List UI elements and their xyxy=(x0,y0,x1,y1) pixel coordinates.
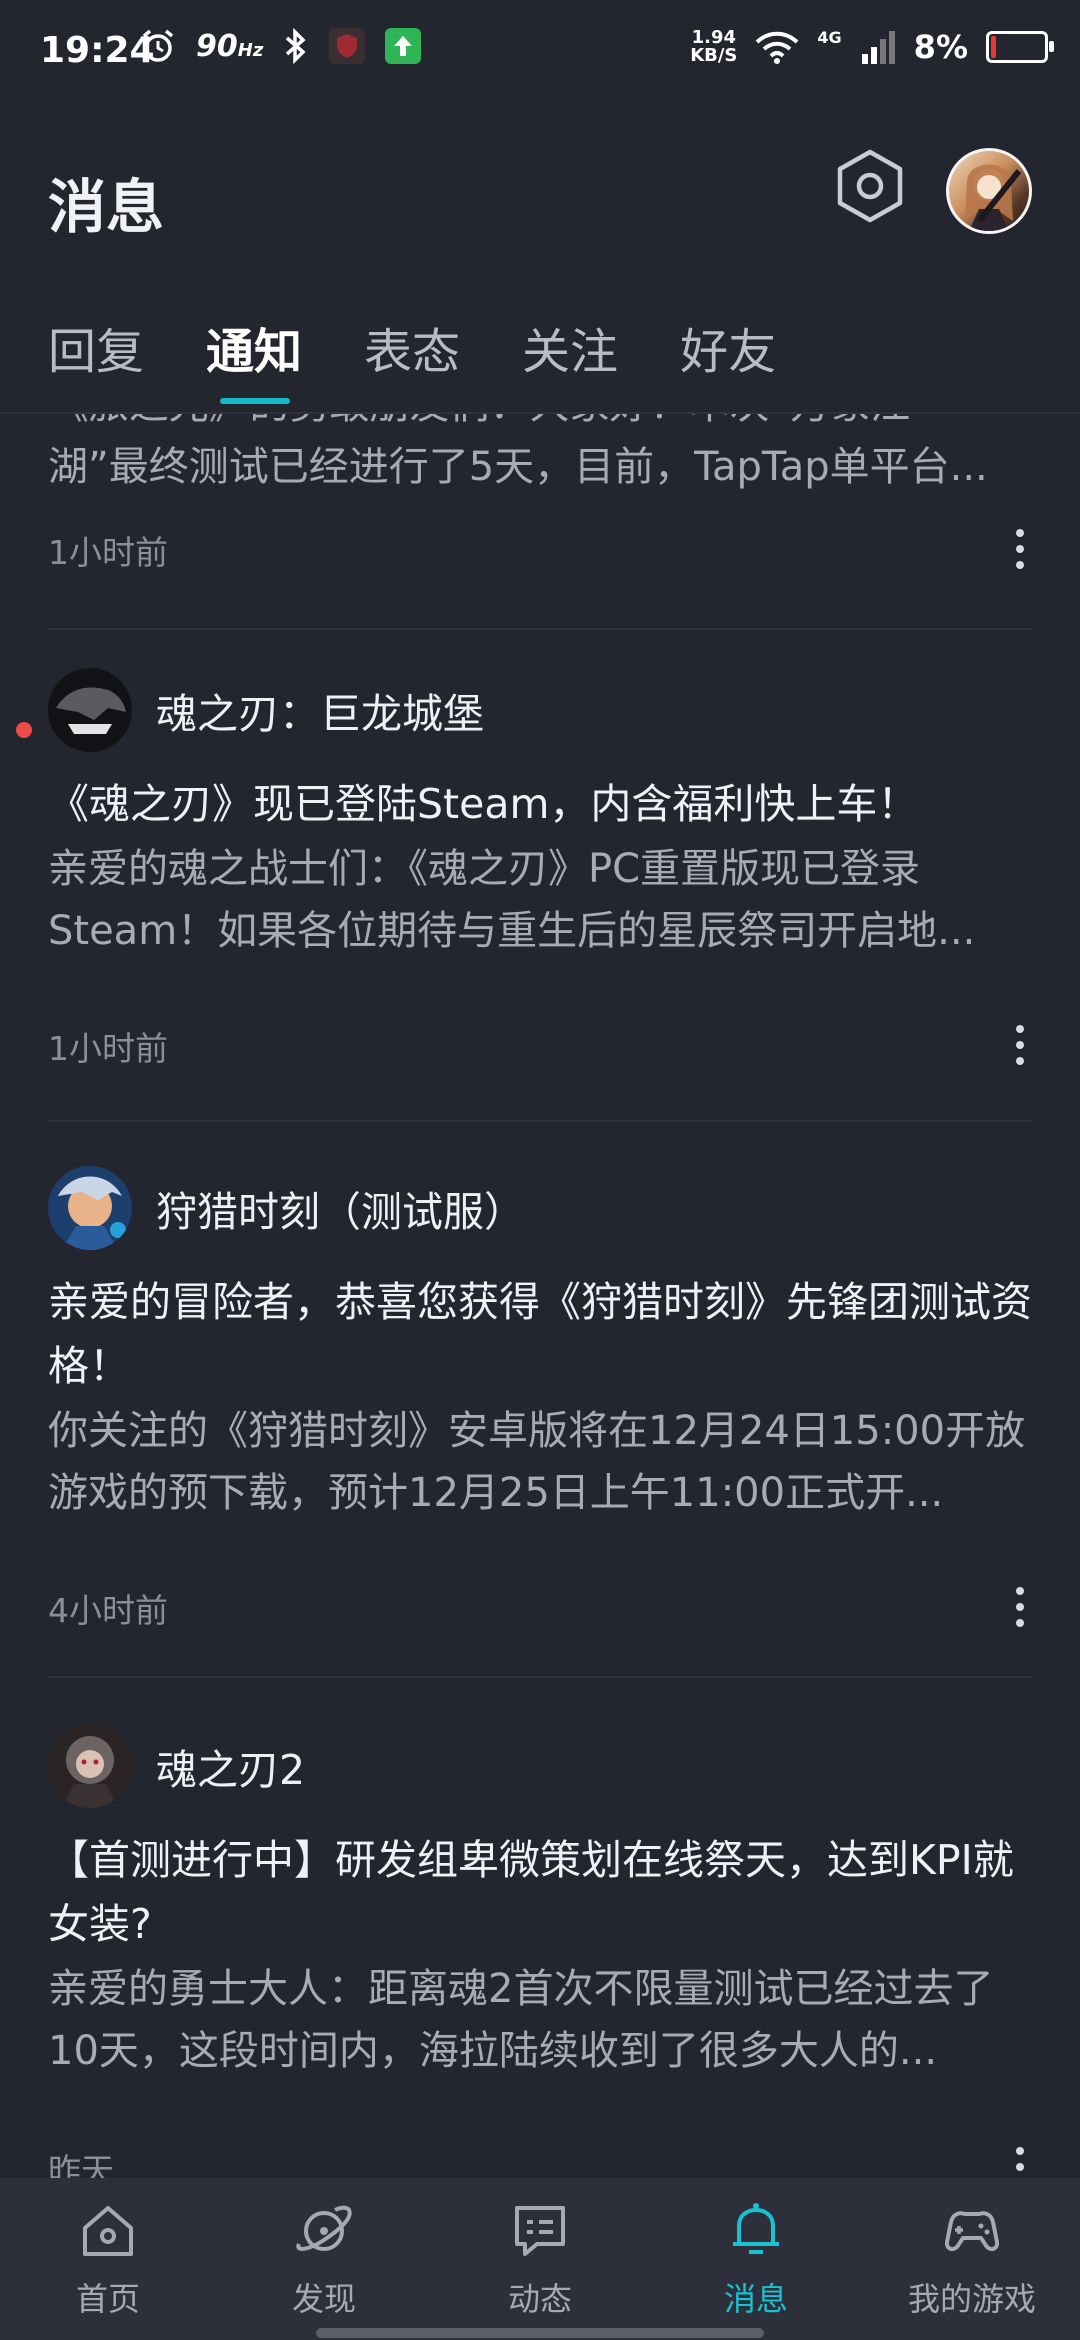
notification-body-partial: “《旅之光》”的勇敢朋友们：大家好！本次“万象江 湖”最终测试已经进行了5天，目… xyxy=(48,414,988,490)
notification-body: 亲爱的勇士大人：距离魂2首次不限量测试已经过去了10天，这段时间内，海拉陆续收到… xyxy=(48,1966,994,2074)
game-avatar[interactable] xyxy=(48,668,132,752)
network-speed: 1.94 KB/S xyxy=(690,27,738,66)
status-time: 19:24 xyxy=(40,30,155,71)
nav-discover[interactable]: 发现 xyxy=(234,2198,414,2320)
notification-body: 你关注的《狩猎时刻》安卓版将在12月24日15:00开放游戏的预下载，预计12月… xyxy=(48,1408,1026,1516)
divider xyxy=(48,1676,1032,1678)
unread-dot xyxy=(16,722,32,738)
divider xyxy=(48,628,1032,630)
list-item[interactable]: 狩猎时刻（测试服） 亲爱的冒险者，恭喜您获得《狩猎时刻》先锋团测试资格！ 你关注… xyxy=(0,1166,1080,1630)
nav-my-games[interactable]: 我的游戏 xyxy=(882,2198,1062,2320)
nav-messages[interactable]: 消息 xyxy=(666,2198,846,2320)
network-type: 4G xyxy=(817,28,842,47)
notification-time: 4小时前 xyxy=(48,1591,168,1630)
notification-header: 魂之刃2 xyxy=(48,1724,305,1808)
divider xyxy=(48,1120,1032,1122)
list-item[interactable]: “《旅之光》”的勇敢朋友们：大家好！本次“万象江 湖”最终测试已经进行了5天，目… xyxy=(0,414,1080,628)
upload-app-icon xyxy=(385,28,422,64)
notification-title: 亲爱的冒险者，恭喜您获得《狩猎时刻》先锋团测试资格！ xyxy=(48,1278,1032,1390)
user-avatar[interactable] xyxy=(946,148,1032,234)
status-bar: 19:24 90Hz 1.94 KB/S 4G 8% xyxy=(0,0,1080,112)
bottom-navigation: 首页 发现 动态 消息 我的游戏 xyxy=(0,2178,1080,2340)
notification-time: 1小时前 xyxy=(48,533,168,572)
game-name[interactable]: 魂之刃2 xyxy=(156,1736,305,1796)
more-options-button[interactable] xyxy=(1000,1020,1040,1070)
battery-icon xyxy=(986,31,1054,63)
tab-friends[interactable]: 好友 xyxy=(680,312,776,382)
notification-title: 《魂之刃》现已登陆Steam，内含福利快上车！ xyxy=(48,780,919,828)
game-name[interactable]: 狩猎时刻（测试服） xyxy=(156,1178,525,1238)
status-left-icons: 90Hz xyxy=(140,28,422,64)
alarm-icon xyxy=(142,29,174,62)
home-indicator[interactable] xyxy=(316,2328,764,2338)
tab-reply[interactable]: 回复 xyxy=(48,312,144,382)
discover-planet-icon xyxy=(296,2205,352,2251)
hexagon-settings-icon xyxy=(837,149,903,223)
notification-title: 【首测进行中】研发组卑微策划在线祭天，达到KPI就女装? xyxy=(48,1836,1014,1948)
list-item[interactable]: 魂之刃：巨龙城堡 《魂之刃》现已登陆Steam，内含福利快上车！ 亲爱的魂之战士… xyxy=(0,668,1080,1068)
notification-time: 1小时前 xyxy=(48,1029,168,1068)
more-options-button[interactable] xyxy=(1000,524,1040,574)
battery-percent: 8% xyxy=(913,28,968,66)
notification-header: 魂之刃：巨龙城堡 xyxy=(48,668,484,752)
nav-home[interactable]: 首页 xyxy=(18,2198,198,2320)
feed-message-icon xyxy=(515,2206,565,2256)
shield-app-icon xyxy=(329,28,366,64)
notification-feed[interactable]: “《旅之光》”的勇敢朋友们：大家好！本次“万象江 湖”最终测试已经进行了5天，目… xyxy=(0,414,1080,2178)
game-avatar[interactable] xyxy=(48,1166,132,1250)
more-options-button[interactable] xyxy=(1000,1582,1040,1632)
tab-reactions[interactable]: 表态 xyxy=(364,312,460,382)
notification-time: 昨天 xyxy=(48,2151,114,2178)
message-tabs: 回复 通知 表态 关注 好友 xyxy=(48,312,776,404)
wifi-icon xyxy=(756,31,799,64)
notification-header: 狩猎时刻（测试服） xyxy=(48,1166,525,1250)
notification-body: 亲爱的魂之战士们：《魂之刃》PC重置版现已登录Steam！如果各位期待与重生后的… xyxy=(48,846,976,954)
bell-icon xyxy=(733,2203,779,2254)
settings-button[interactable] xyxy=(832,146,908,226)
gamepad-icon xyxy=(944,2211,1000,2251)
tab-follows[interactable]: 关注 xyxy=(522,312,618,382)
nav-feed[interactable]: 动态 xyxy=(450,2198,630,2320)
refresh-rate-indicator: 90Hz xyxy=(196,28,264,64)
game-avatar[interactable] xyxy=(48,1724,132,1808)
page-title: 消息 xyxy=(48,173,165,241)
game-name[interactable]: 魂之刃：巨龙城堡 xyxy=(156,680,484,740)
status-right-icons: 1.94 KB/S 4G 8% xyxy=(690,27,1054,66)
more-options-button[interactable] xyxy=(1000,2142,1040,2178)
tab-notifications[interactable]: 通知 xyxy=(206,312,302,404)
signal-icon xyxy=(861,31,895,64)
home-icon xyxy=(83,2206,133,2256)
bluetooth-icon xyxy=(286,28,306,64)
list-item[interactable]: 魂之刃2 【首测进行中】研发组卑微策划在线祭天，达到KPI就女装? 亲爱的勇士大… xyxy=(0,1724,1080,2178)
